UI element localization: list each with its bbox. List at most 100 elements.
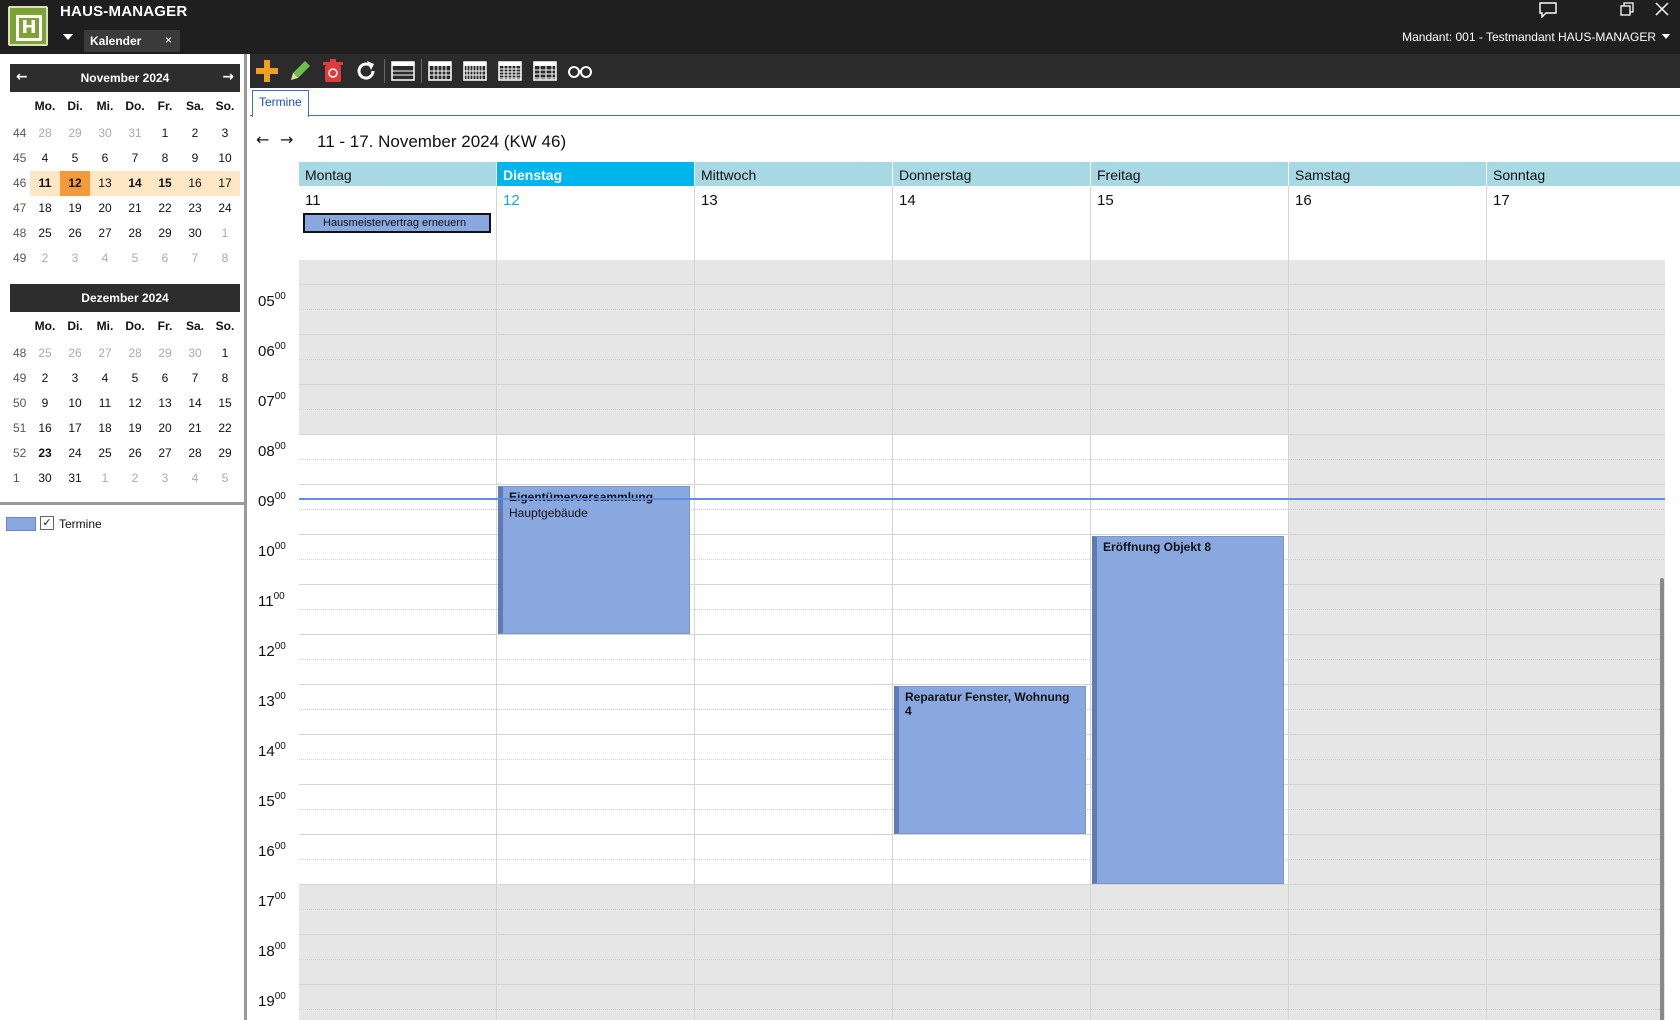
time-slot[interactable]	[1487, 485, 1665, 535]
time-slot[interactable]	[695, 335, 893, 385]
time-slot[interactable]	[1289, 485, 1487, 535]
minicalendar-day[interactable]: 30	[180, 341, 210, 366]
time-slot[interactable]	[1487, 735, 1665, 785]
timeline-view-icon[interactable]	[532, 58, 558, 84]
time-slot[interactable]	[1289, 935, 1487, 985]
allday-cell[interactable]: 15	[1091, 186, 1289, 260]
time-slot[interactable]	[893, 485, 1091, 535]
vertical-scrollbar[interactable]	[1660, 578, 1664, 1020]
time-slot[interactable]	[497, 285, 695, 335]
minicalendar-day[interactable]: 28	[30, 121, 60, 146]
workweek-view-icon[interactable]	[427, 58, 453, 84]
minicalendar-day[interactable]: 4	[90, 366, 120, 391]
minicalendar-day[interactable]: 23	[180, 196, 210, 221]
time-slot[interactable]	[695, 835, 893, 885]
minicalendar-day[interactable]: 31	[60, 466, 90, 491]
time-slot[interactable]	[497, 335, 695, 385]
minicalendar-day[interactable]: 30	[90, 121, 120, 146]
time-slot[interactable]	[893, 435, 1091, 485]
time-slot[interactable]	[299, 885, 497, 935]
time-slot[interactable]	[1091, 885, 1289, 935]
time-slot[interactable]	[695, 785, 893, 835]
time-slot[interactable]	[1487, 585, 1665, 635]
time-slot[interactable]	[1289, 435, 1487, 485]
time-slot[interactable]	[1289, 985, 1487, 1020]
close-icon[interactable]	[1652, 2, 1672, 20]
time-slot[interactable]	[1289, 835, 1487, 885]
minicalendar-week-number[interactable]: 45	[10, 146, 30, 171]
time-slot[interactable]	[497, 985, 695, 1020]
mandant-dropdown-icon[interactable]	[1662, 34, 1670, 39]
time-slot[interactable]	[299, 685, 497, 735]
time-slot[interactable]	[1487, 260, 1665, 285]
minicalendar-day[interactable]: 15	[210, 391, 240, 416]
time-slot[interactable]	[1289, 285, 1487, 335]
time-slot[interactable]	[299, 260, 497, 285]
time-slot[interactable]	[1289, 585, 1487, 635]
minicalendar-day[interactable]: 30	[180, 221, 210, 246]
minicalendar-day[interactable]: 3	[210, 121, 240, 146]
time-slot[interactable]	[1091, 385, 1289, 435]
minicalendar-day[interactable]: 21	[120, 196, 150, 221]
time-slot[interactable]	[695, 585, 893, 635]
minicalendar-day[interactable]: 7	[180, 246, 210, 271]
minicalendar-day[interactable]: 18	[90, 416, 120, 441]
minicalendar-day[interactable]: 11	[90, 391, 120, 416]
time-slot[interactable]	[1487, 935, 1665, 985]
minicalendar-day[interactable]: 1	[210, 221, 240, 246]
minicalendar-day[interactable]: 12	[60, 171, 90, 196]
minicalendar-day[interactable]: 14	[120, 171, 150, 196]
time-slot[interactable]	[299, 735, 497, 785]
minicalendar-day[interactable]: 17	[210, 171, 240, 196]
time-slot[interactable]	[893, 885, 1091, 935]
prev-week-arrow-icon[interactable]: ←	[256, 130, 269, 149]
minicalendar-week-number[interactable]: 48	[10, 341, 30, 366]
time-slot[interactable]	[695, 285, 893, 335]
minicalendar-day[interactable]: 24	[60, 441, 90, 466]
minicalendar-day[interactable]: 10	[210, 146, 240, 171]
minicalendar-day[interactable]: 1	[210, 341, 240, 366]
time-slot[interactable]	[1487, 785, 1665, 835]
allday-cell[interactable]: 17	[1487, 186, 1680, 260]
time-slot[interactable]	[695, 535, 893, 585]
time-slot[interactable]	[1289, 535, 1487, 585]
minicalendar-day[interactable]: 12	[120, 391, 150, 416]
arrow-right-icon[interactable]: →	[222, 69, 234, 85]
minicalendar-day[interactable]: 20	[90, 196, 120, 221]
minicalendar-day[interactable]: 29	[60, 121, 90, 146]
minicalendar-day[interactable]: 9	[30, 391, 60, 416]
time-slot[interactable]	[1487, 435, 1665, 485]
time-slot[interactable]	[1091, 435, 1289, 485]
minicalendar-day[interactable]: 10	[60, 391, 90, 416]
minicalendar-day[interactable]: 7	[180, 366, 210, 391]
minicalendar-day[interactable]: 6	[150, 246, 180, 271]
time-slot[interactable]	[893, 935, 1091, 985]
minicalendar-day[interactable]: 26	[60, 341, 90, 366]
time-slot[interactable]	[695, 260, 893, 285]
minicalendar-week-number[interactable]: 49	[10, 366, 30, 391]
day-header-montag[interactable]: Montag	[299, 162, 497, 186]
delete-icon[interactable]	[320, 58, 346, 84]
minicalendar-day[interactable]: 13	[90, 171, 120, 196]
day-header-dienstag[interactable]: Dienstag	[497, 162, 695, 186]
time-slot[interactable]	[1487, 385, 1665, 435]
time-slot[interactable]	[1289, 785, 1487, 835]
time-slot[interactable]	[299, 785, 497, 835]
time-slot[interactable]	[497, 735, 695, 785]
time-slot[interactable]	[299, 935, 497, 985]
minicalendar-day[interactable]: 29	[150, 341, 180, 366]
search-glasses-icon[interactable]	[567, 58, 593, 84]
minicalendar-day[interactable]: 27	[150, 441, 180, 466]
time-slot[interactable]	[893, 635, 1091, 685]
minicalendar-day[interactable]: 28	[120, 221, 150, 246]
appointment-event[interactable]: EigentümerversammlungHauptgebäude	[498, 486, 690, 634]
minicalendar-day[interactable]: 22	[210, 416, 240, 441]
time-slot[interactable]	[1091, 285, 1289, 335]
minicalendar-day[interactable]: 5	[210, 466, 240, 491]
close-tab-icon[interactable]: ×	[165, 33, 172, 47]
minicalendar-day[interactable]: 11	[30, 171, 60, 196]
minicalendar-day[interactable]: 21	[180, 416, 210, 441]
minicalendar-day[interactable]: 9	[180, 146, 210, 171]
minicalendar-day[interactable]: 26	[120, 441, 150, 466]
minicalendar-day[interactable]: 8	[150, 146, 180, 171]
